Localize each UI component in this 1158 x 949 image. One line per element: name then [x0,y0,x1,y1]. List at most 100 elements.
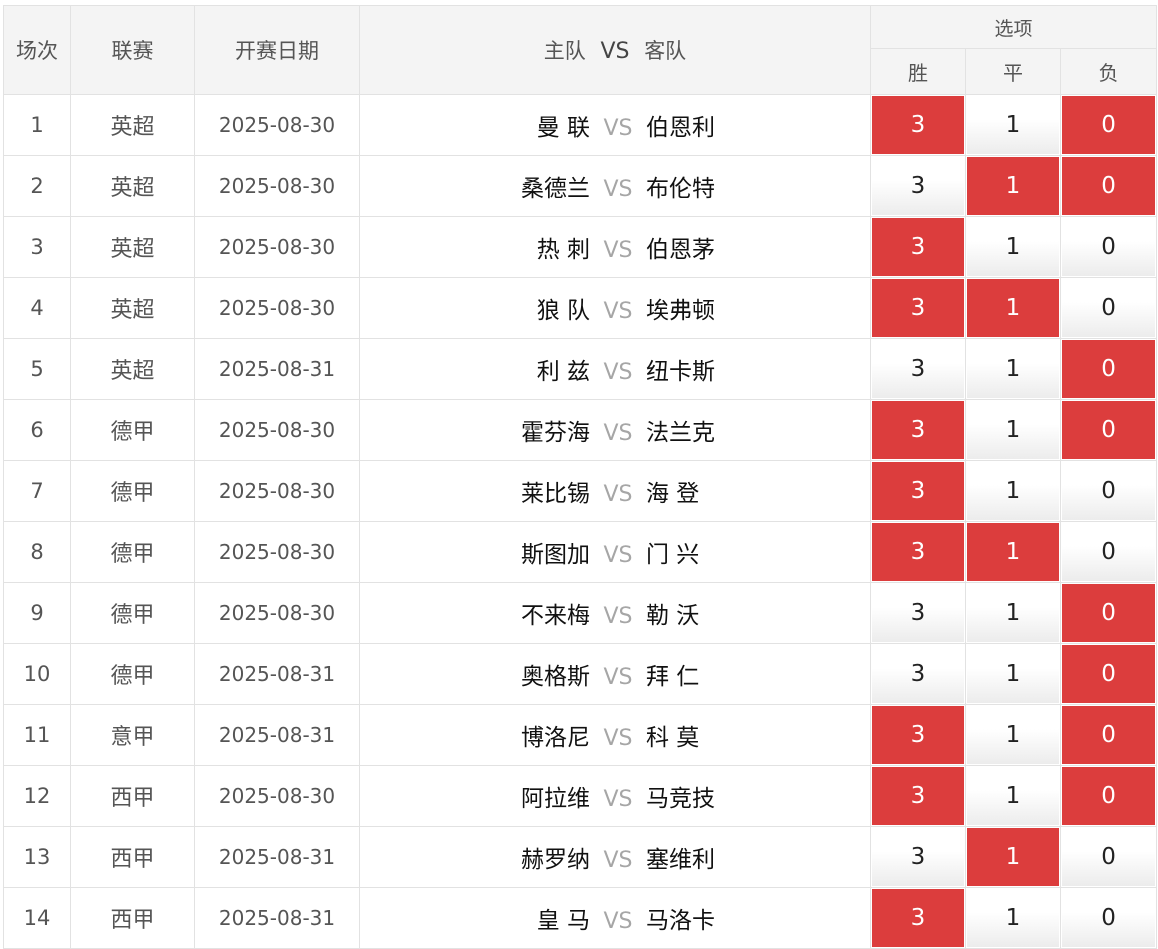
option-draw-button[interactable]: 1 [967,96,1059,154]
match-date: 2025-08-30 [194,94,360,156]
option-loss-button[interactable]: 0 [1062,523,1156,581]
vs-label: VS [603,909,633,934]
match-number: 8 [3,521,71,583]
option-draw-button[interactable]: 1 [967,523,1059,581]
option-win-cell: 3 [870,94,966,156]
match-date: 2025-08-30 [194,521,360,583]
option-win-cell: 3 [870,155,966,217]
option-win-button[interactable]: 3 [872,706,964,764]
table-row: 2 英超 2025-08-30 桑德兰 VS 布伦特 3 1 0 [3,155,1158,217]
option-draw-button[interactable]: 1 [967,584,1059,642]
table-row: 6 德甲 2025-08-30 霍芬海 VS 法兰克 3 1 0 [3,399,1158,461]
option-draw-button[interactable]: 1 [967,401,1059,459]
option-loss-button[interactable]: 0 [1062,401,1156,459]
home-team: 斯图加 [521,542,590,568]
option-draw-button[interactable]: 1 [967,462,1059,520]
match-teams: 霍芬海 VS 法兰克 [359,399,871,461]
table-row: 9 德甲 2025-08-30 不来梅 VS 勒 沃 310 [3,582,1158,644]
table-row: 7 德甲 2025-08-30 莱比锡 VS 海 登 310 [3,460,1158,522]
home-team: 桑德兰 [521,176,590,202]
option-win-button[interactable]: 3 [872,157,964,215]
option-draw-cell: 1 [965,887,1061,949]
league-name: 英超 [70,94,195,156]
option-win-button[interactable]: 3 [872,218,964,276]
home-team: 利 兹 [536,359,590,385]
league-name: 德甲 [70,582,195,644]
match-number: 5 [3,338,71,400]
option-win-button[interactable]: 3 [872,96,964,154]
option-win-cell: 3 [870,521,966,583]
table-row: 12 西甲 2025-08-30 阿拉维 VS 马竞技 3 1 0 [3,765,1158,827]
option-loss-button[interactable]: 0 [1062,767,1156,825]
option-draw-cell: 1 [965,399,1061,461]
match-teams: 曼 联 VS 伯恩利 [359,94,871,156]
home-team: 奥格斯 [521,664,590,690]
match-date: 2025-08-31 [194,826,360,888]
home-team: 皇 马 [536,908,590,934]
match-date: 2025-08-30 [194,399,360,461]
match-number: 10 [3,643,71,705]
match-teams: 阿拉维 VS 马竞技 [359,765,871,827]
vs-label: VS [603,299,633,324]
home-team: 赫罗纳 [521,847,590,873]
option-win-button[interactable]: 3 [872,645,964,703]
option-win-button[interactable]: 3 [872,401,964,459]
match-teams: 赫罗纳 VS 塞维利 [359,826,871,888]
option-draw-cell: 1 [965,765,1061,827]
option-loss-button[interactable]: 0 [1062,279,1156,337]
option-draw-button[interactable]: 1 [967,279,1059,337]
header-league: 联赛 [70,5,195,95]
option-draw-button[interactable]: 1 [967,218,1059,276]
league-name: 西甲 [70,887,195,949]
option-loss-button[interactable]: 0 [1062,157,1156,215]
match-number: 3 [3,216,71,278]
option-win-button[interactable]: 3 [872,340,964,398]
option-win-button[interactable]: 3 [872,462,964,520]
table-row: 5 英超 2025-08-31 利 兹 VS 纽卡斯 3 1 0 [3,338,1158,400]
option-draw-button[interactable]: 1 [967,767,1059,825]
vs-label: VS [603,726,633,751]
option-draw-button[interactable]: 1 [967,157,1059,215]
option-win-cell: 3 [870,887,966,949]
option-loss-button[interactable]: 0 [1062,706,1156,764]
option-win-button[interactable]: 3 [872,584,964,642]
option-loss-cell: 0 [1059,826,1158,888]
option-win-button[interactable]: 3 [872,279,964,337]
match-teams: 狼 队 VS 埃弗顿 [359,277,871,339]
option-loss-button[interactable]: 0 [1062,218,1156,276]
header-match: 主队 VS 客队 [359,5,871,95]
option-win-cell: 3 [870,277,966,339]
option-draw-button[interactable]: 1 [967,706,1059,764]
match-number: 6 [3,399,71,461]
option-loss-button[interactable]: 0 [1062,645,1156,703]
home-team: 热 刺 [536,237,590,263]
vs-label: VS [603,177,633,202]
option-win-button[interactable]: 3 [872,889,964,947]
option-draw-cell: 1 [965,155,1061,217]
option-win-button[interactable]: 3 [872,828,964,886]
option-win-button[interactable]: 3 [872,767,964,825]
option-draw-button[interactable]: 1 [967,828,1059,886]
option-loss-button[interactable]: 0 [1062,889,1156,947]
option-win-button[interactable]: 3 [872,523,964,581]
home-team: 博洛尼 [521,725,590,751]
option-loss-button[interactable]: 0 [1062,96,1156,154]
match-rows: 1 英超 2025-08-30 曼 联 VS 伯恩利 3 1 0 2 英超 2025-08-30 桑德兰… [3,94,1158,949]
vs-label: VS [603,787,633,812]
option-loss-button[interactable]: 0 [1062,462,1156,520]
option-draw-button[interactable]: 1 [967,645,1059,703]
option-draw-cell: 1 [965,521,1061,583]
vs-label: VS [603,665,633,690]
option-draw-button[interactable]: 1 [967,889,1059,947]
match-number: 13 [3,826,71,888]
match-date: 2025-08-30 [194,277,360,339]
away-team: 塞维利 [646,847,715,873]
option-loss-cell: 0 [1059,521,1158,583]
option-loss-button[interactable]: 0 [1062,584,1156,642]
option-draw-button[interactable]: 1 [967,340,1059,398]
table-row: 3 英超 2025-08-30 热 刺 VS 伯恩茅 3 1 0 [3,216,1158,278]
option-draw-cell: 1 [965,338,1061,400]
option-loss-cell: 0 [1059,338,1158,400]
option-loss-button[interactable]: 0 [1062,828,1156,886]
option-loss-button[interactable]: 0 [1062,340,1156,398]
